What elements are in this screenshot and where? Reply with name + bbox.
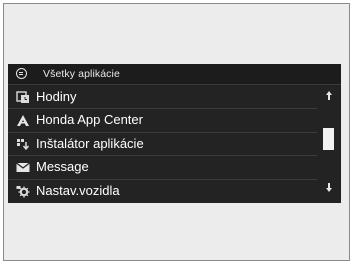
apps-menu-icon — [16, 68, 27, 79]
list-item-label: Honda App Center — [36, 112, 143, 128]
app-list: Hodiny Honda App Center Inštalátor aplik… — [8, 86, 317, 203]
list-item-installer[interactable]: Inštalátor aplikácie — [8, 133, 317, 157]
list-item-hodiny[interactable]: Hodiny — [8, 86, 317, 110]
list-item-label: Message — [36, 159, 89, 175]
clock-icon — [16, 91, 29, 103]
list-header: Všetky aplikácie — [8, 64, 341, 85]
app-list-panel: Všetky aplikácie Hodiny Honda App Center — [8, 64, 341, 203]
list-header-title: Všetky aplikácie — [43, 68, 120, 80]
list-item-vehicle-settings[interactable]: Nastav.vozidla — [8, 180, 317, 203]
list-item-message[interactable]: Message — [8, 156, 317, 180]
honda-app-center-icon — [17, 115, 29, 127]
scrollbar-thumb[interactable] — [323, 128, 334, 150]
envelope-icon — [16, 162, 30, 173]
scroll-down-icon[interactable] — [321, 182, 336, 196]
vehicle-settings-icon — [16, 185, 30, 198]
list-item-honda-app-center[interactable]: Honda App Center — [8, 109, 317, 133]
scrollbar[interactable] — [320, 86, 339, 202]
app-installer-icon — [17, 138, 30, 150]
scroll-up-icon[interactable] — [321, 90, 336, 104]
list-item-label: Hodiny — [36, 89, 77, 104]
list-item-label: Inštalátor aplikácie — [36, 135, 144, 151]
screen-frame: Všetky aplikácie Hodiny Honda App Center — [3, 3, 350, 261]
list-item-label: Nastav.vozidla — [36, 182, 120, 198]
